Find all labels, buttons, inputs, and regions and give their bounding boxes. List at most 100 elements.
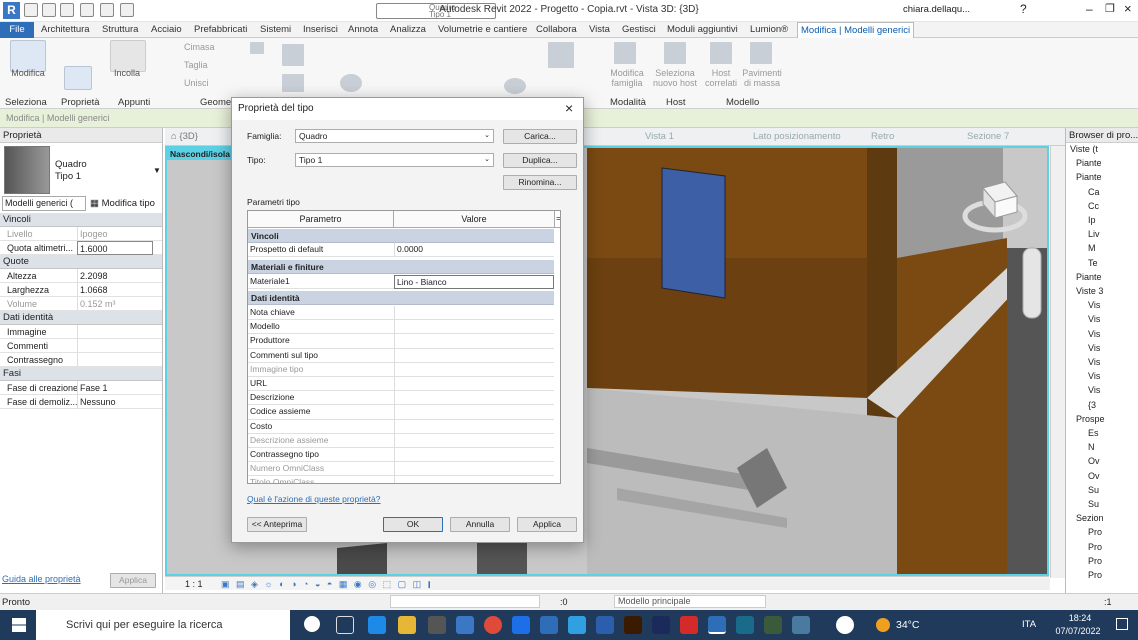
help-icon[interactable]: ? xyxy=(1020,2,1027,16)
workset-dropdown[interactable] xyxy=(390,595,540,608)
param-value[interactable] xyxy=(394,405,554,420)
material-value[interactable]: Lino - Bianco xyxy=(394,275,554,289)
browser-item[interactable]: Vis xyxy=(1088,357,1100,367)
clock-time[interactable]: 18:24 xyxy=(1060,613,1100,623)
prop-row[interactable]: Larghezza 1.0668 xyxy=(0,283,162,297)
temperature[interactable]: 34°C xyxy=(896,619,919,631)
grid-row-dati[interactable]: Codice assieme xyxy=(248,405,554,420)
prop-row[interactable]: Livello Ipogeo xyxy=(0,227,162,241)
browser-item[interactable]: {3 xyxy=(1088,400,1096,410)
browser-item[interactable]: Vis xyxy=(1088,343,1100,353)
tab-vista[interactable]: Vista xyxy=(586,22,613,38)
language[interactable]: ITA xyxy=(1022,619,1036,630)
store-icon[interactable] xyxy=(428,616,446,634)
pavimenti-massa-label[interactable]: Pavimenti di massa xyxy=(740,68,784,88)
tab-architettura[interactable]: Architettura xyxy=(38,22,93,38)
move-icon[interactable] xyxy=(282,74,304,92)
prop-value[interactable] xyxy=(77,339,153,353)
browser-item[interactable]: Vis xyxy=(1088,314,1100,324)
prop-row[interactable]: Quota altimetri... 1.6000 xyxy=(0,241,162,255)
section-quote[interactable]: Quote xyxy=(0,255,162,269)
tab-collabora[interactable]: Collabora xyxy=(533,22,580,38)
photos-icon[interactable] xyxy=(456,616,474,634)
rotate-icon[interactable] xyxy=(340,74,362,92)
grid-row-dati[interactable]: Contrassegno tipo xyxy=(248,448,554,463)
view-tab-retro[interactable]: Retro xyxy=(871,131,894,142)
browser-item[interactable]: Liv xyxy=(1088,229,1100,239)
browser-item[interactable]: Ca xyxy=(1088,187,1100,197)
prop-value-input[interactable]: 1.6000 xyxy=(77,241,153,255)
anteprima-button[interactable]: << Anteprima xyxy=(247,517,307,532)
browser-item[interactable]: Pro xyxy=(1088,527,1102,537)
browser-item[interactable]: Piante xyxy=(1076,158,1102,168)
duplica-button[interactable]: Duplica... xyxy=(503,153,577,168)
align-icon[interactable] xyxy=(282,44,304,66)
view-control-icons[interactable]: ▣ ▤ ◈ ☼ ◐ ◑ ◔ ◒ ◓ ▦ ◉ ◎ ⬚ ▢ ◫ ◧ ‹ xyxy=(221,579,448,590)
grid-row-dati[interactable]: Descrizione assieme xyxy=(248,433,554,449)
tab-gestisci[interactable]: Gestisci xyxy=(619,22,659,38)
ps-icon[interactable] xyxy=(652,616,670,634)
edge-icon[interactable] xyxy=(368,616,386,634)
tab-lumion[interactable]: Lumion® xyxy=(747,22,791,38)
geometry-tool-icon[interactable] xyxy=(250,42,264,54)
prop-row[interactable]: Volume 0.152 m³ xyxy=(0,297,162,311)
prop-value[interactable]: 2.2098 xyxy=(77,269,153,283)
prop-value[interactable]: Nessuno xyxy=(77,395,153,409)
prop-row[interactable]: Contrassegno xyxy=(0,353,162,367)
annulla-button[interactable]: Annulla xyxy=(450,517,510,532)
help-link[interactable]: Qual è l'azione di queste proprietà? xyxy=(247,494,380,504)
element-filter[interactable]: Modelli generici ( xyxy=(2,196,86,211)
browser-item[interactable]: N xyxy=(1088,442,1095,452)
dialog-close-icon[interactable]: × xyxy=(565,100,573,116)
prop-row[interactable]: Commenti xyxy=(0,339,162,353)
view-tab-lato[interactable]: Lato posizionamento xyxy=(753,131,841,142)
browser-item[interactable]: Ip xyxy=(1088,215,1096,225)
browser-item[interactable]: Pro xyxy=(1088,542,1102,552)
browser-item[interactable]: Vis xyxy=(1088,300,1100,310)
properties-apply-button[interactable]: Applica xyxy=(110,573,156,588)
tab-volumetrie[interactable]: Volumetrie e cantiere xyxy=(435,22,530,38)
prop-row[interactable]: Fase di creazione Fase 1 xyxy=(0,381,162,395)
explorer-icon[interactable] xyxy=(398,616,416,634)
section-vincoli[interactable]: Vincoli xyxy=(0,213,162,227)
app-icon[interactable] xyxy=(736,616,754,634)
param-value[interactable]: 0.0000 xyxy=(394,243,554,257)
grid-section-vincoli[interactable]: Vincoli xyxy=(248,229,554,243)
tab-analizza[interactable]: Analizza xyxy=(387,22,429,38)
param-value[interactable] xyxy=(394,391,554,406)
task-view-icon[interactable] xyxy=(336,616,354,634)
browser-item[interactable]: Ov xyxy=(1088,456,1100,466)
grid-row-dati[interactable]: Costo xyxy=(248,419,554,434)
param-value[interactable] xyxy=(394,334,554,349)
type-name[interactable]: Quadro xyxy=(55,159,87,170)
browser-item[interactable]: Piante xyxy=(1076,272,1102,282)
view-vertical-scrollbar[interactable] xyxy=(1050,146,1065,578)
prop-value[interactable]: Fase 1 xyxy=(77,381,153,395)
properties-help-link[interactable]: Guida alle proprietà xyxy=(2,574,81,584)
prop-value[interactable]: 1.0668 xyxy=(77,283,153,297)
seleziona-host-icon[interactable] xyxy=(664,42,686,64)
browser-item[interactable]: Es xyxy=(1088,428,1099,438)
browser-item[interactable]: Su xyxy=(1088,499,1099,509)
browser-item[interactable]: Viste 3 xyxy=(1076,286,1103,296)
select-edit-icon[interactable] xyxy=(548,42,574,68)
view-tab-3d[interactable]: ⌂ {3D} xyxy=(171,131,198,142)
group-seleziona[interactable]: Seleziona xyxy=(5,97,47,108)
close-icon[interactable]: × xyxy=(1124,1,1132,16)
browser-item[interactable]: Vis xyxy=(1088,385,1100,395)
view-tab-vista1[interactable]: Vista 1 xyxy=(645,131,674,142)
col-header-eq[interactable]: = xyxy=(554,211,560,228)
param-value[interactable] xyxy=(394,448,554,462)
browser-item[interactable]: Vis xyxy=(1088,329,1100,339)
weather-icon[interactable] xyxy=(876,618,890,632)
grid-row-dati[interactable]: Descrizione xyxy=(248,391,554,406)
grid-section-materiali[interactable]: Materiali e finiture xyxy=(248,260,554,274)
param-value[interactable] xyxy=(394,377,554,391)
chrome-icon[interactable] xyxy=(484,616,502,634)
mail-icon[interactable] xyxy=(540,616,558,634)
grid-row-dati[interactable]: Produttore xyxy=(248,334,554,349)
dropbox-icon[interactable] xyxy=(512,616,530,634)
clock-date[interactable]: 07/07/2022 xyxy=(1050,626,1106,636)
grid-row-dati[interactable]: Nota chiave xyxy=(248,306,554,321)
edit-type-button[interactable]: ▦ Modifica tipo xyxy=(90,196,155,211)
